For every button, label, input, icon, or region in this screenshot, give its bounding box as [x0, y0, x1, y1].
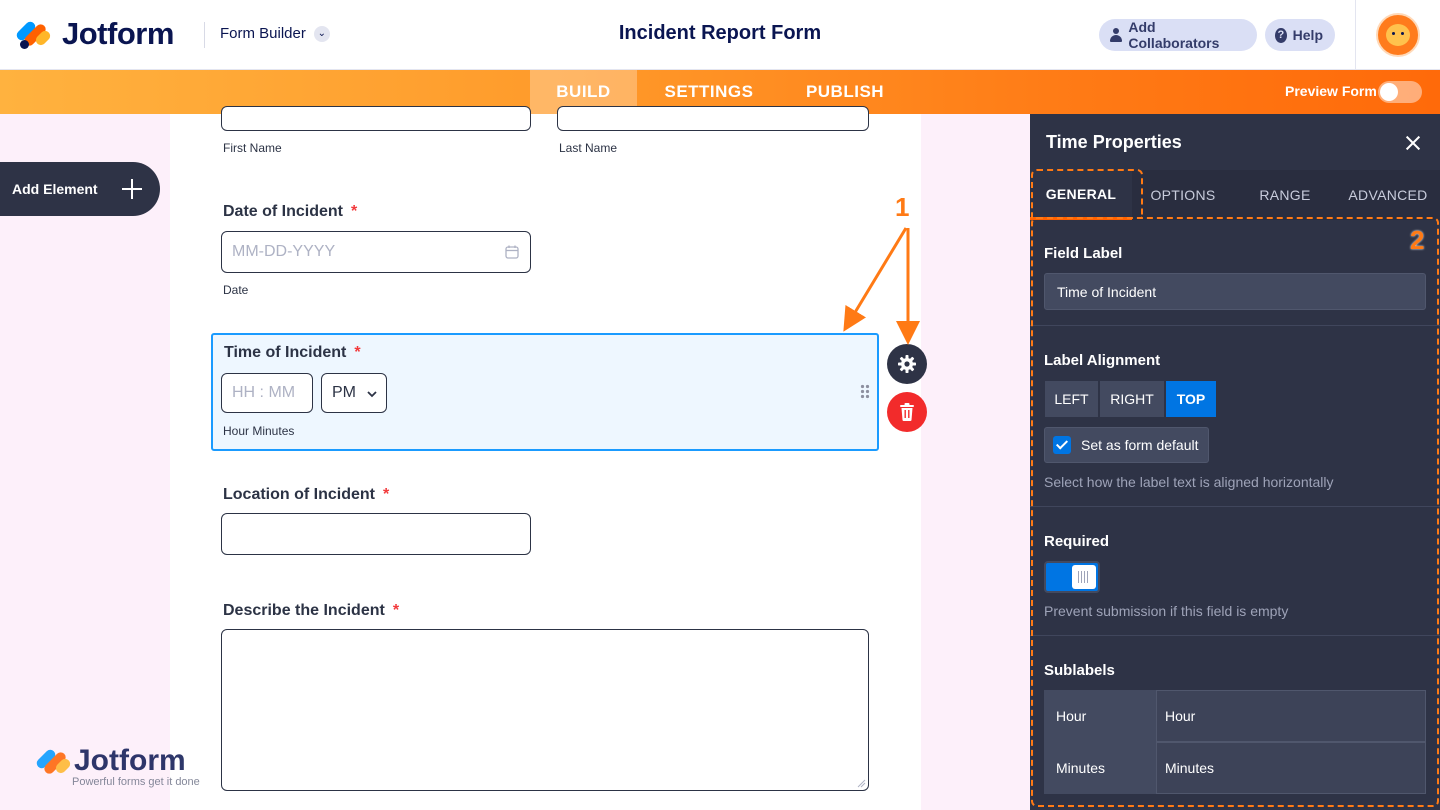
- date-input[interactable]: MM-DD-YYYY: [221, 231, 531, 273]
- jotform-logo-icon: [14, 18, 53, 50]
- preview-form-label: Preview Form: [1285, 83, 1377, 99]
- header-divider: [204, 22, 205, 48]
- avatar[interactable]: [1376, 13, 1420, 57]
- first-name-sublabel: First Name: [223, 141, 282, 155]
- ampm-value: PM: [332, 384, 356, 401]
- resize-handle-icon[interactable]: [856, 778, 866, 788]
- preview-form-toggle[interactable]: [1378, 81, 1422, 103]
- date-field-label: Date of Incident *: [223, 203, 358, 220]
- time-sublabel: Hour Minutes: [223, 424, 295, 438]
- time-field-label: Time of Incident *: [224, 344, 361, 361]
- brand-name: Jotform: [62, 16, 174, 51]
- chevron-down-icon: [367, 391, 377, 398]
- form-builder-label: Form Builder: [220, 25, 306, 42]
- drag-handle-icon[interactable]: [860, 384, 870, 400]
- chevron-down-icon: ⌄: [313, 25, 330, 42]
- add-collaborators-label: Add Collaborators: [1128, 19, 1220, 51]
- help-button[interactable]: ? Help: [1265, 19, 1335, 51]
- jotform-logo-icon: [34, 746, 73, 778]
- field-properties-button[interactable]: [887, 344, 927, 384]
- describe-textarea[interactable]: [221, 629, 869, 791]
- hour-minute-input[interactable]: HH : MM: [221, 373, 313, 413]
- add-element-button[interactable]: Add Element: [0, 162, 160, 216]
- required-asterisk: *: [383, 486, 390, 503]
- watermark-tagline: Powerful forms get it done: [72, 776, 200, 788]
- jotform-watermark: Jotform Powerful forms get it done: [34, 744, 200, 788]
- delete-field-button[interactable]: [887, 392, 927, 432]
- add-collaborators-button[interactable]: Add Collaborators: [1099, 19, 1257, 51]
- tab-range[interactable]: RANGE: [1234, 170, 1336, 220]
- panel-title: Time Properties: [1046, 132, 1182, 152]
- last-name-sublabel: Last Name: [559, 141, 618, 155]
- top-header: Jotform Form Builder ⌄ Incident Report F…: [0, 0, 1440, 70]
- first-name-input[interactable]: [221, 106, 531, 131]
- location-field-label: Location of Incident *: [223, 486, 390, 503]
- form-builder-dropdown[interactable]: Form Builder ⌄: [220, 25, 330, 42]
- last-name-input[interactable]: [557, 106, 869, 131]
- annotation-number-1: 1: [895, 192, 910, 222]
- annotation-box-properties: [1031, 217, 1439, 807]
- describe-field-label: Describe the Incident *: [223, 602, 400, 619]
- watermark-brand: Jotform: [74, 744, 186, 777]
- trash-icon: [900, 403, 914, 421]
- person-icon: [1109, 28, 1123, 42]
- time-placeholder: HH : MM: [232, 384, 296, 401]
- tab-options[interactable]: OPTIONS: [1132, 170, 1234, 220]
- add-element-label: Add Element: [12, 181, 98, 197]
- ampm-select[interactable]: PM: [321, 373, 387, 413]
- required-asterisk: *: [392, 602, 400, 619]
- required-asterisk: *: [354, 344, 361, 361]
- close-icon[interactable]: [1402, 132, 1424, 154]
- location-input[interactable]: [221, 513, 531, 555]
- annotation-number-2: 2: [1410, 225, 1425, 255]
- annotation-box-general-tab: [1031, 169, 1143, 219]
- header-divider: [1355, 0, 1356, 70]
- date-sublabel: Date: [223, 283, 249, 297]
- plus-icon: [122, 179, 142, 199]
- date-placeholder: MM-DD-YYYY: [232, 243, 336, 260]
- question-icon: ?: [1275, 27, 1287, 43]
- required-asterisk: *: [351, 203, 358, 220]
- calendar-icon[interactable]: [505, 245, 519, 259]
- tab-advanced[interactable]: ADVANCED: [1336, 170, 1440, 220]
- jotform-logo[interactable]: Jotform: [14, 16, 174, 52]
- help-label: Help: [1292, 27, 1323, 43]
- gear-icon: [898, 355, 916, 373]
